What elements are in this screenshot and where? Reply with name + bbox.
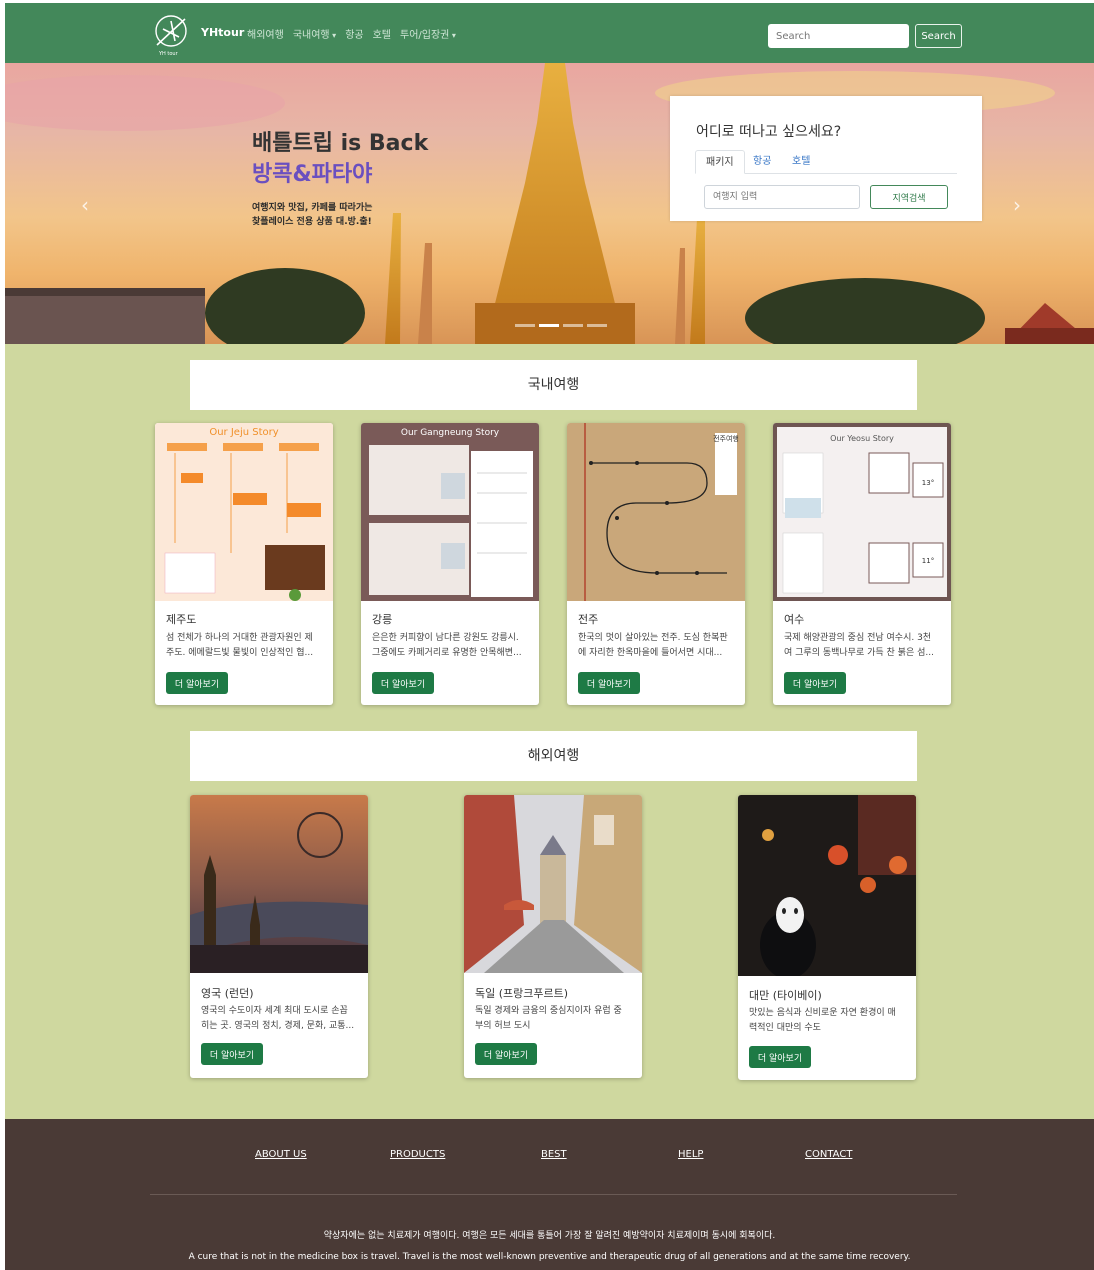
card-text-line1: 맛있는 음식과 신비로운 자연 환경이 매 bbox=[749, 1008, 896, 1018]
tab-hotel[interactable]: 호텔 bbox=[782, 150, 820, 174]
card-text-line2: 부의 허브 도시 bbox=[475, 1021, 531, 1031]
card-title: 여수 bbox=[784, 613, 805, 626]
brand-link[interactable]: YHtour bbox=[201, 26, 244, 39]
hero-title-line1: 배틀트립 is Back bbox=[252, 131, 429, 156]
card-text-line1: 독일 경제와 금융의 중심지이자 유럽 중 bbox=[475, 1006, 622, 1016]
card-gangneung: Our Gangneung Story 강릉 은은한 커피향이 남다른 강원도 … bbox=[361, 423, 539, 705]
card-title: 영국 (런던) bbox=[201, 987, 254, 1000]
svg-text:13°: 13° bbox=[922, 479, 934, 487]
overseas-section-header: 해외여행 bbox=[190, 731, 917, 781]
learn-more-button[interactable]: 더 알아보기 bbox=[784, 672, 846, 694]
london-city-image bbox=[190, 795, 368, 973]
card-frankfurt: 독일 (프랑크푸르트) 독일 경제와 금융의 중심지이자 유럽 중 부의 허브 … bbox=[464, 795, 642, 1078]
airplane-logo-icon[interactable]: YH tour bbox=[149, 11, 193, 57]
carousel-next-icon[interactable]: › bbox=[1013, 193, 1021, 217]
hero-title-line2: 방콕&파타야 bbox=[252, 162, 373, 187]
navbar: YH tour YHtour 해외여행 국내여행 항공 호텔 투어/입장권 Se… bbox=[5, 3, 1094, 63]
card-title: 강릉 bbox=[372, 613, 393, 626]
carousel-indicators bbox=[515, 324, 607, 327]
svg-text:11°: 11° bbox=[922, 557, 934, 565]
card-text-line2: 주도. 에메랄드빛 물빛이 인상적인 협... bbox=[166, 648, 314, 658]
carousel-indicator[interactable] bbox=[515, 324, 535, 327]
card-title: 제주도 bbox=[166, 613, 197, 626]
carousel-indicator-active[interactable] bbox=[539, 324, 559, 327]
learn-more-button[interactable]: 더 알아보기 bbox=[166, 672, 228, 694]
footer-link-products[interactable]: PRODUCTS bbox=[390, 1149, 445, 1160]
footer-divider bbox=[150, 1194, 957, 1195]
search-input[interactable] bbox=[768, 24, 909, 48]
taipei-night-market-image bbox=[738, 795, 916, 976]
gangneung-image-title: Our Gangneung Story bbox=[401, 428, 500, 438]
card-text-line1: 국제 해양관광의 중심 전남 여수시. 3천 bbox=[784, 633, 932, 643]
card-text-line1: 영국의 수도이자 세계 최대 도시로 손꼽 bbox=[201, 1006, 348, 1016]
footer-link-about[interactable]: ABOUT US bbox=[255, 1149, 307, 1160]
main-content: 국내여행 Our Jeju Story 제주도 섬 전체가 하나의 거대한 관광… bbox=[5, 344, 1094, 1119]
carousel-prev-icon[interactable]: ‹ bbox=[81, 193, 89, 217]
nav-menu: 해외여행 국내여행 항공 호텔 투어/입장권 bbox=[247, 26, 465, 41]
card-jeju: Our Jeju Story 제주도 섬 전체가 하나의 거대한 관광자원인 제… bbox=[155, 423, 333, 705]
learn-more-button[interactable]: 더 알아보기 bbox=[749, 1046, 811, 1068]
carousel-indicator[interactable] bbox=[563, 324, 583, 327]
card-text-line2: 그중에도 카페거리로 유명한 안목해변... bbox=[372, 648, 522, 658]
card-text-line1: 섬 전체가 하나의 거대한 관광자원인 제 bbox=[166, 633, 313, 643]
learn-more-button[interactable]: 더 알아보기 bbox=[372, 672, 434, 694]
search-tabs: 패키지 항공 호텔 bbox=[695, 150, 957, 174]
learn-more-button[interactable]: 더 알아보기 bbox=[578, 672, 640, 694]
card-title: 대만 (타이베이) bbox=[749, 989, 822, 1002]
carousel-indicator[interactable] bbox=[587, 324, 607, 327]
footer: ABOUT US PRODUCTS BEST HELP CONTACT 약상자에… bbox=[5, 1119, 1094, 1270]
card-text-line2: 히는 곳. 영국의 정치, 경제, 문화, 교통... bbox=[201, 1021, 355, 1031]
yeosu-story-image: Our Yeosu Story 13° 11° bbox=[773, 423, 951, 601]
jeonju-story-image: 전주여행 bbox=[567, 423, 745, 601]
tab-package[interactable]: 패키지 bbox=[695, 150, 745, 174]
footer-quote-english: A cure that is not in the medicine box i… bbox=[188, 1252, 911, 1262]
card-text-line1: 한국의 멋이 살아있는 전주. 도심 한복판 bbox=[578, 633, 728, 643]
card-title: 전주 bbox=[578, 613, 599, 626]
tab-flight[interactable]: 항공 bbox=[743, 150, 781, 174]
destination-search-card: 어디로 떠나고 싶으세요? 패키지 항공 호텔 지역검색 bbox=[670, 96, 982, 221]
card-text-line1: 은은한 커피향이 남다른 강원도 강릉시. bbox=[372, 633, 519, 643]
footer-quote-korean: 약상자에는 없는 치료제가 여행이다. 여행은 모든 세대를 통틀어 가장 잘 … bbox=[323, 1231, 776, 1241]
footer-link-help[interactable]: HELP bbox=[678, 1149, 703, 1160]
card-text-line2: 에 자리한 한옥마을에 들어서면 시대... bbox=[578, 648, 723, 658]
nav-item-overseas[interactable]: 해외여행 bbox=[247, 26, 284, 41]
card-text-line2: 력적인 대만의 수도 bbox=[749, 1023, 821, 1033]
nav-item-hotels[interactable]: 호텔 bbox=[373, 26, 391, 41]
card-text-line2: 여 그루의 동백나무로 가득 찬 붉은 섬... bbox=[784, 648, 934, 658]
jeju-story-image: Our Jeju Story bbox=[155, 423, 333, 601]
destination-input[interactable] bbox=[704, 185, 860, 209]
jeonju-image-title: 전주여행 bbox=[713, 434, 739, 443]
domestic-section-header: 국내여행 bbox=[190, 360, 917, 410]
card-london: 영국 (런던) 영국의 수도이자 세계 최대 도시로 손꼽 히는 곳. 영국의 … bbox=[190, 795, 368, 1078]
nav-item-flights[interactable]: 항공 bbox=[345, 26, 363, 41]
frankfurt-street-image bbox=[464, 795, 642, 973]
search-button[interactable]: Search bbox=[915, 24, 962, 48]
card-yeosu: Our Yeosu Story 13° 11° 여수 국제 해양관광의 중심 전… bbox=[773, 423, 951, 705]
nav-item-tours-dropdown[interactable]: 투어/입장권 bbox=[400, 26, 456, 41]
card-title: 독일 (프랑크푸르트) bbox=[475, 987, 569, 1000]
nav-item-domestic-dropdown[interactable]: 국내여행 bbox=[293, 26, 336, 41]
jeju-image-title: Our Jeju Story bbox=[209, 427, 278, 438]
hero-description-line2: 찾플레이스 전용 상품 대.방.출! bbox=[252, 217, 372, 227]
gangneung-story-image: Our Gangneung Story bbox=[361, 423, 539, 601]
learn-more-button[interactable]: 더 알아보기 bbox=[475, 1043, 537, 1065]
learn-more-button[interactable]: 더 알아보기 bbox=[201, 1043, 263, 1065]
search-card-title: 어디로 떠나고 싶으세요? bbox=[696, 124, 842, 140]
svg-text:YH tour: YH tour bbox=[158, 51, 179, 57]
footer-link-best[interactable]: BEST bbox=[541, 1149, 567, 1160]
card-jeonju: 전주여행 전주 한국의 멋이 살아있는 전주. 도심 한복판 에 자리한 한옥마… bbox=[567, 423, 745, 705]
card-taipei: 대만 (타이베이) 맛있는 음식과 신비로운 자연 환경이 매 력적인 대만의 … bbox=[738, 795, 916, 1080]
footer-link-contact[interactable]: CONTACT bbox=[805, 1149, 852, 1160]
yeosu-image-title: Our Yeosu Story bbox=[830, 434, 894, 443]
region-search-button[interactable]: 지역검색 bbox=[870, 185, 948, 209]
hero-description-line1: 여행지와 맛집, 카페를 따라가는 bbox=[252, 203, 373, 213]
